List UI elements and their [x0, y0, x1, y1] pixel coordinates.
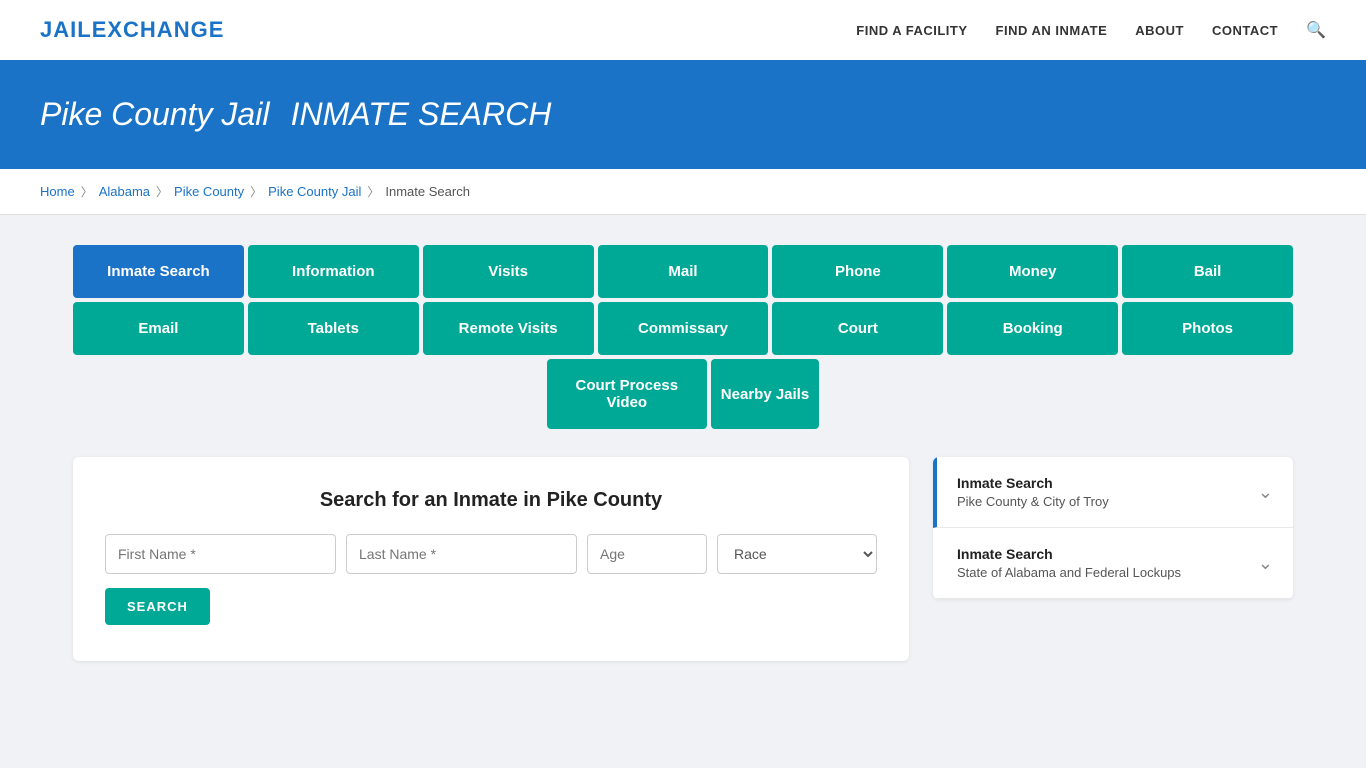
- sep4: 〉: [367, 183, 379, 200]
- race-select[interactable]: Race White Black Hispanic Asian Other: [717, 534, 877, 574]
- sidebar: Inmate Search Pike County & City of Troy…: [933, 457, 1293, 599]
- breadcrumb: Home 〉 Alabama 〉 Pike County 〉 Pike Coun…: [0, 169, 1366, 215]
- sidebar-item-pike-county-title: Inmate Search: [957, 475, 1109, 491]
- breadcrumb-current: Inmate Search: [385, 184, 470, 199]
- search-form-row-names: Race White Black Hispanic Asian Other: [105, 534, 877, 574]
- sep2: 〉: [156, 183, 168, 200]
- navbar: JAILEXCHANGE FIND A FACILITY FIND AN INM…: [0, 0, 1366, 62]
- sidebar-item-pike-county-subtitle: Pike County & City of Troy: [957, 494, 1109, 509]
- tab-information[interactable]: Information: [248, 245, 419, 298]
- age-input[interactable]: [587, 534, 707, 574]
- tab-bail[interactable]: Bail: [1122, 245, 1293, 298]
- breadcrumb-jail[interactable]: Pike County Jail: [268, 184, 361, 199]
- page-title-sub: INMATE SEARCH: [291, 96, 552, 132]
- sidebar-item-alabama-subtitle: State of Alabama and Federal Lockups: [957, 565, 1181, 580]
- tab-mail[interactable]: Mail: [598, 245, 769, 298]
- page-title-main: Pike County Jail: [40, 96, 269, 132]
- nav-contact[interactable]: CONTACT: [1212, 23, 1278, 38]
- first-name-input[interactable]: [105, 534, 336, 574]
- nav-search-icon[interactable]: 🔍: [1306, 20, 1326, 40]
- tab-visits[interactable]: Visits: [423, 245, 594, 298]
- breadcrumb-pike-county[interactable]: Pike County: [174, 184, 244, 199]
- last-name-input[interactable]: [346, 534, 577, 574]
- tab-inmate-search[interactable]: Inmate Search: [73, 245, 244, 298]
- sidebar-item-pike-county-text: Inmate Search Pike County & City of Troy: [957, 475, 1109, 509]
- site-logo[interactable]: JAILEXCHANGE: [40, 17, 224, 43]
- tabs-row-3: Court Process Video Nearby Jails: [73, 359, 1293, 429]
- tab-nearby-jails[interactable]: Nearby Jails: [711, 359, 819, 429]
- logo-part2: EXCHANGE: [92, 17, 225, 42]
- sidebar-item-alabama[interactable]: Inmate Search State of Alabama and Feder…: [933, 528, 1293, 599]
- tab-email[interactable]: Email: [73, 302, 244, 355]
- tab-remote-visits[interactable]: Remote Visits: [423, 302, 594, 355]
- tab-court-process-video[interactable]: Court Process Video: [547, 359, 707, 429]
- sidebar-item-pike-county[interactable]: Inmate Search Pike County & City of Troy…: [933, 457, 1293, 528]
- search-title: Search for an Inmate in Pike County: [105, 489, 877, 512]
- main-content: Inmate Search Information Visits Mail Ph…: [33, 215, 1333, 691]
- search-button[interactable]: SEARCH: [105, 588, 210, 625]
- breadcrumb-alabama[interactable]: Alabama: [99, 184, 150, 199]
- page-title: Pike County Jail INMATE SEARCH: [40, 92, 1326, 135]
- hero-banner: Pike County Jail INMATE SEARCH: [0, 62, 1366, 169]
- nav-links: FIND A FACILITY FIND AN INMATE ABOUT CON…: [856, 20, 1326, 40]
- logo-part1: JAIL: [40, 17, 92, 42]
- nav-about[interactable]: ABOUT: [1135, 23, 1184, 38]
- breadcrumb-home[interactable]: Home: [40, 184, 75, 199]
- tab-booking[interactable]: Booking: [947, 302, 1118, 355]
- sidebar-item-alabama-title: Inmate Search: [957, 546, 1181, 562]
- tab-commissary[interactable]: Commissary: [598, 302, 769, 355]
- sep3: 〉: [250, 183, 262, 200]
- tab-photos[interactable]: Photos: [1122, 302, 1293, 355]
- search-panel: Search for an Inmate in Pike County Race…: [73, 457, 909, 661]
- tab-tablets[interactable]: Tablets: [248, 302, 419, 355]
- tab-phone[interactable]: Phone: [772, 245, 943, 298]
- tab-money[interactable]: Money: [947, 245, 1118, 298]
- tabs-container: Inmate Search Information Visits Mail Ph…: [73, 245, 1293, 429]
- tabs-row-1: Inmate Search Information Visits Mail Ph…: [73, 245, 1293, 298]
- lower-section: Search for an Inmate in Pike County Race…: [73, 457, 1293, 661]
- tab-court[interactable]: Court: [772, 302, 943, 355]
- nav-find-facility[interactable]: FIND A FACILITY: [856, 23, 967, 38]
- sep1: 〉: [81, 183, 93, 200]
- nav-find-inmate[interactable]: FIND AN INMATE: [996, 23, 1108, 38]
- sidebar-item-alabama-text: Inmate Search State of Alabama and Feder…: [957, 546, 1181, 580]
- chevron-down-icon-1: ⌄: [1258, 482, 1273, 503]
- chevron-down-icon-2: ⌄: [1258, 553, 1273, 574]
- tabs-row-2: Email Tablets Remote Visits Commissary C…: [73, 302, 1293, 355]
